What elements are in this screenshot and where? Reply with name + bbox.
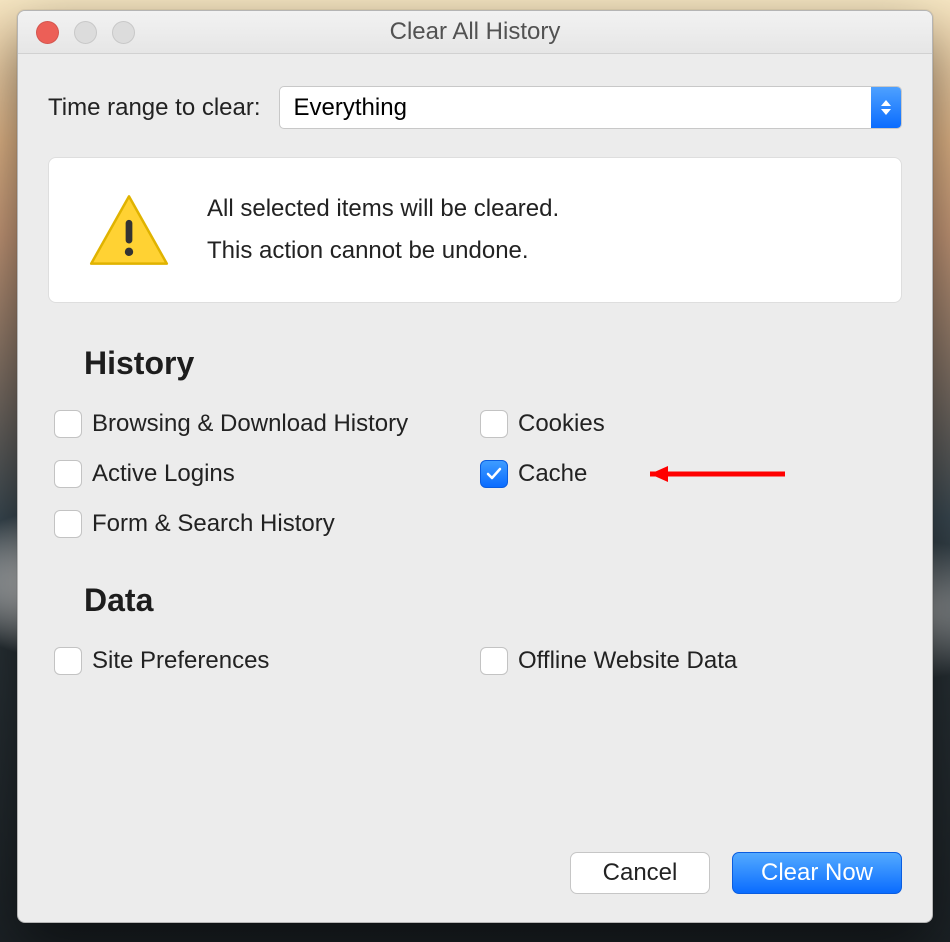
history-heading: History xyxy=(84,345,902,382)
select-spinner-icon xyxy=(871,87,901,128)
window-maximize-button[interactable] xyxy=(112,21,135,44)
checkbox-label: Browsing & Download History xyxy=(92,410,408,438)
cancel-button[interactable]: Cancel xyxy=(570,852,710,894)
checkbox-input[interactable] xyxy=(480,647,508,675)
data-heading: Data xyxy=(84,582,902,619)
annotation-arrow-icon xyxy=(620,459,790,489)
data-checkbox-group: Site Preferences Offline Website Data xyxy=(54,647,896,675)
checkbox-label: Cookies xyxy=(518,410,605,438)
checkbox-input[interactable] xyxy=(54,410,82,438)
warning-line-2: This action cannot be undone. xyxy=(207,230,559,272)
time-range-label: Time range to clear: xyxy=(48,94,261,122)
time-range-selected-value: Everything xyxy=(294,94,407,122)
checkbox-input[interactable] xyxy=(54,460,82,488)
traffic-lights xyxy=(18,21,135,44)
window-title: Clear All History xyxy=(18,18,932,46)
history-checkbox-group: Browsing & Download History Cookies Acti… xyxy=(54,410,896,538)
checkbox-form-search-history: Form & Search History xyxy=(54,510,470,538)
time-range-select[interactable]: Everything xyxy=(279,86,902,129)
checkbox-label: Cache xyxy=(518,460,587,488)
warning-panel: All selected items will be cleared. This… xyxy=(48,157,902,303)
checkbox-cache: Cache xyxy=(480,460,896,488)
checkbox-browsing-download-history: Browsing & Download History xyxy=(54,410,470,438)
window-titlebar: Clear All History xyxy=(18,11,932,54)
warning-line-1: All selected items will be cleared. xyxy=(207,188,559,230)
clear-history-dialog: Clear All History Time range to clear: E… xyxy=(17,10,933,923)
checkbox-site-preferences: Site Preferences xyxy=(54,647,470,675)
clear-now-button[interactable]: Clear Now xyxy=(732,852,902,894)
checkbox-offline-website-data: Offline Website Data xyxy=(480,647,896,675)
checkbox-input[interactable] xyxy=(480,410,508,438)
checkbox-input[interactable] xyxy=(54,510,82,538)
checkbox-label: Offline Website Data xyxy=(518,647,737,675)
checkbox-input[interactable] xyxy=(480,460,508,488)
window-close-button[interactable] xyxy=(36,21,59,44)
checkbox-label: Site Preferences xyxy=(92,647,269,675)
checkbox-input[interactable] xyxy=(54,647,82,675)
warning-icon xyxy=(87,192,171,268)
dialog-footer: Cancel Clear Now xyxy=(570,852,902,894)
checkbox-label: Active Logins xyxy=(92,460,235,488)
checkbox-cookies: Cookies xyxy=(480,410,896,438)
window-minimize-button[interactable] xyxy=(74,21,97,44)
checkbox-active-logins: Active Logins xyxy=(54,460,470,488)
checkbox-label: Form & Search History xyxy=(92,510,335,538)
